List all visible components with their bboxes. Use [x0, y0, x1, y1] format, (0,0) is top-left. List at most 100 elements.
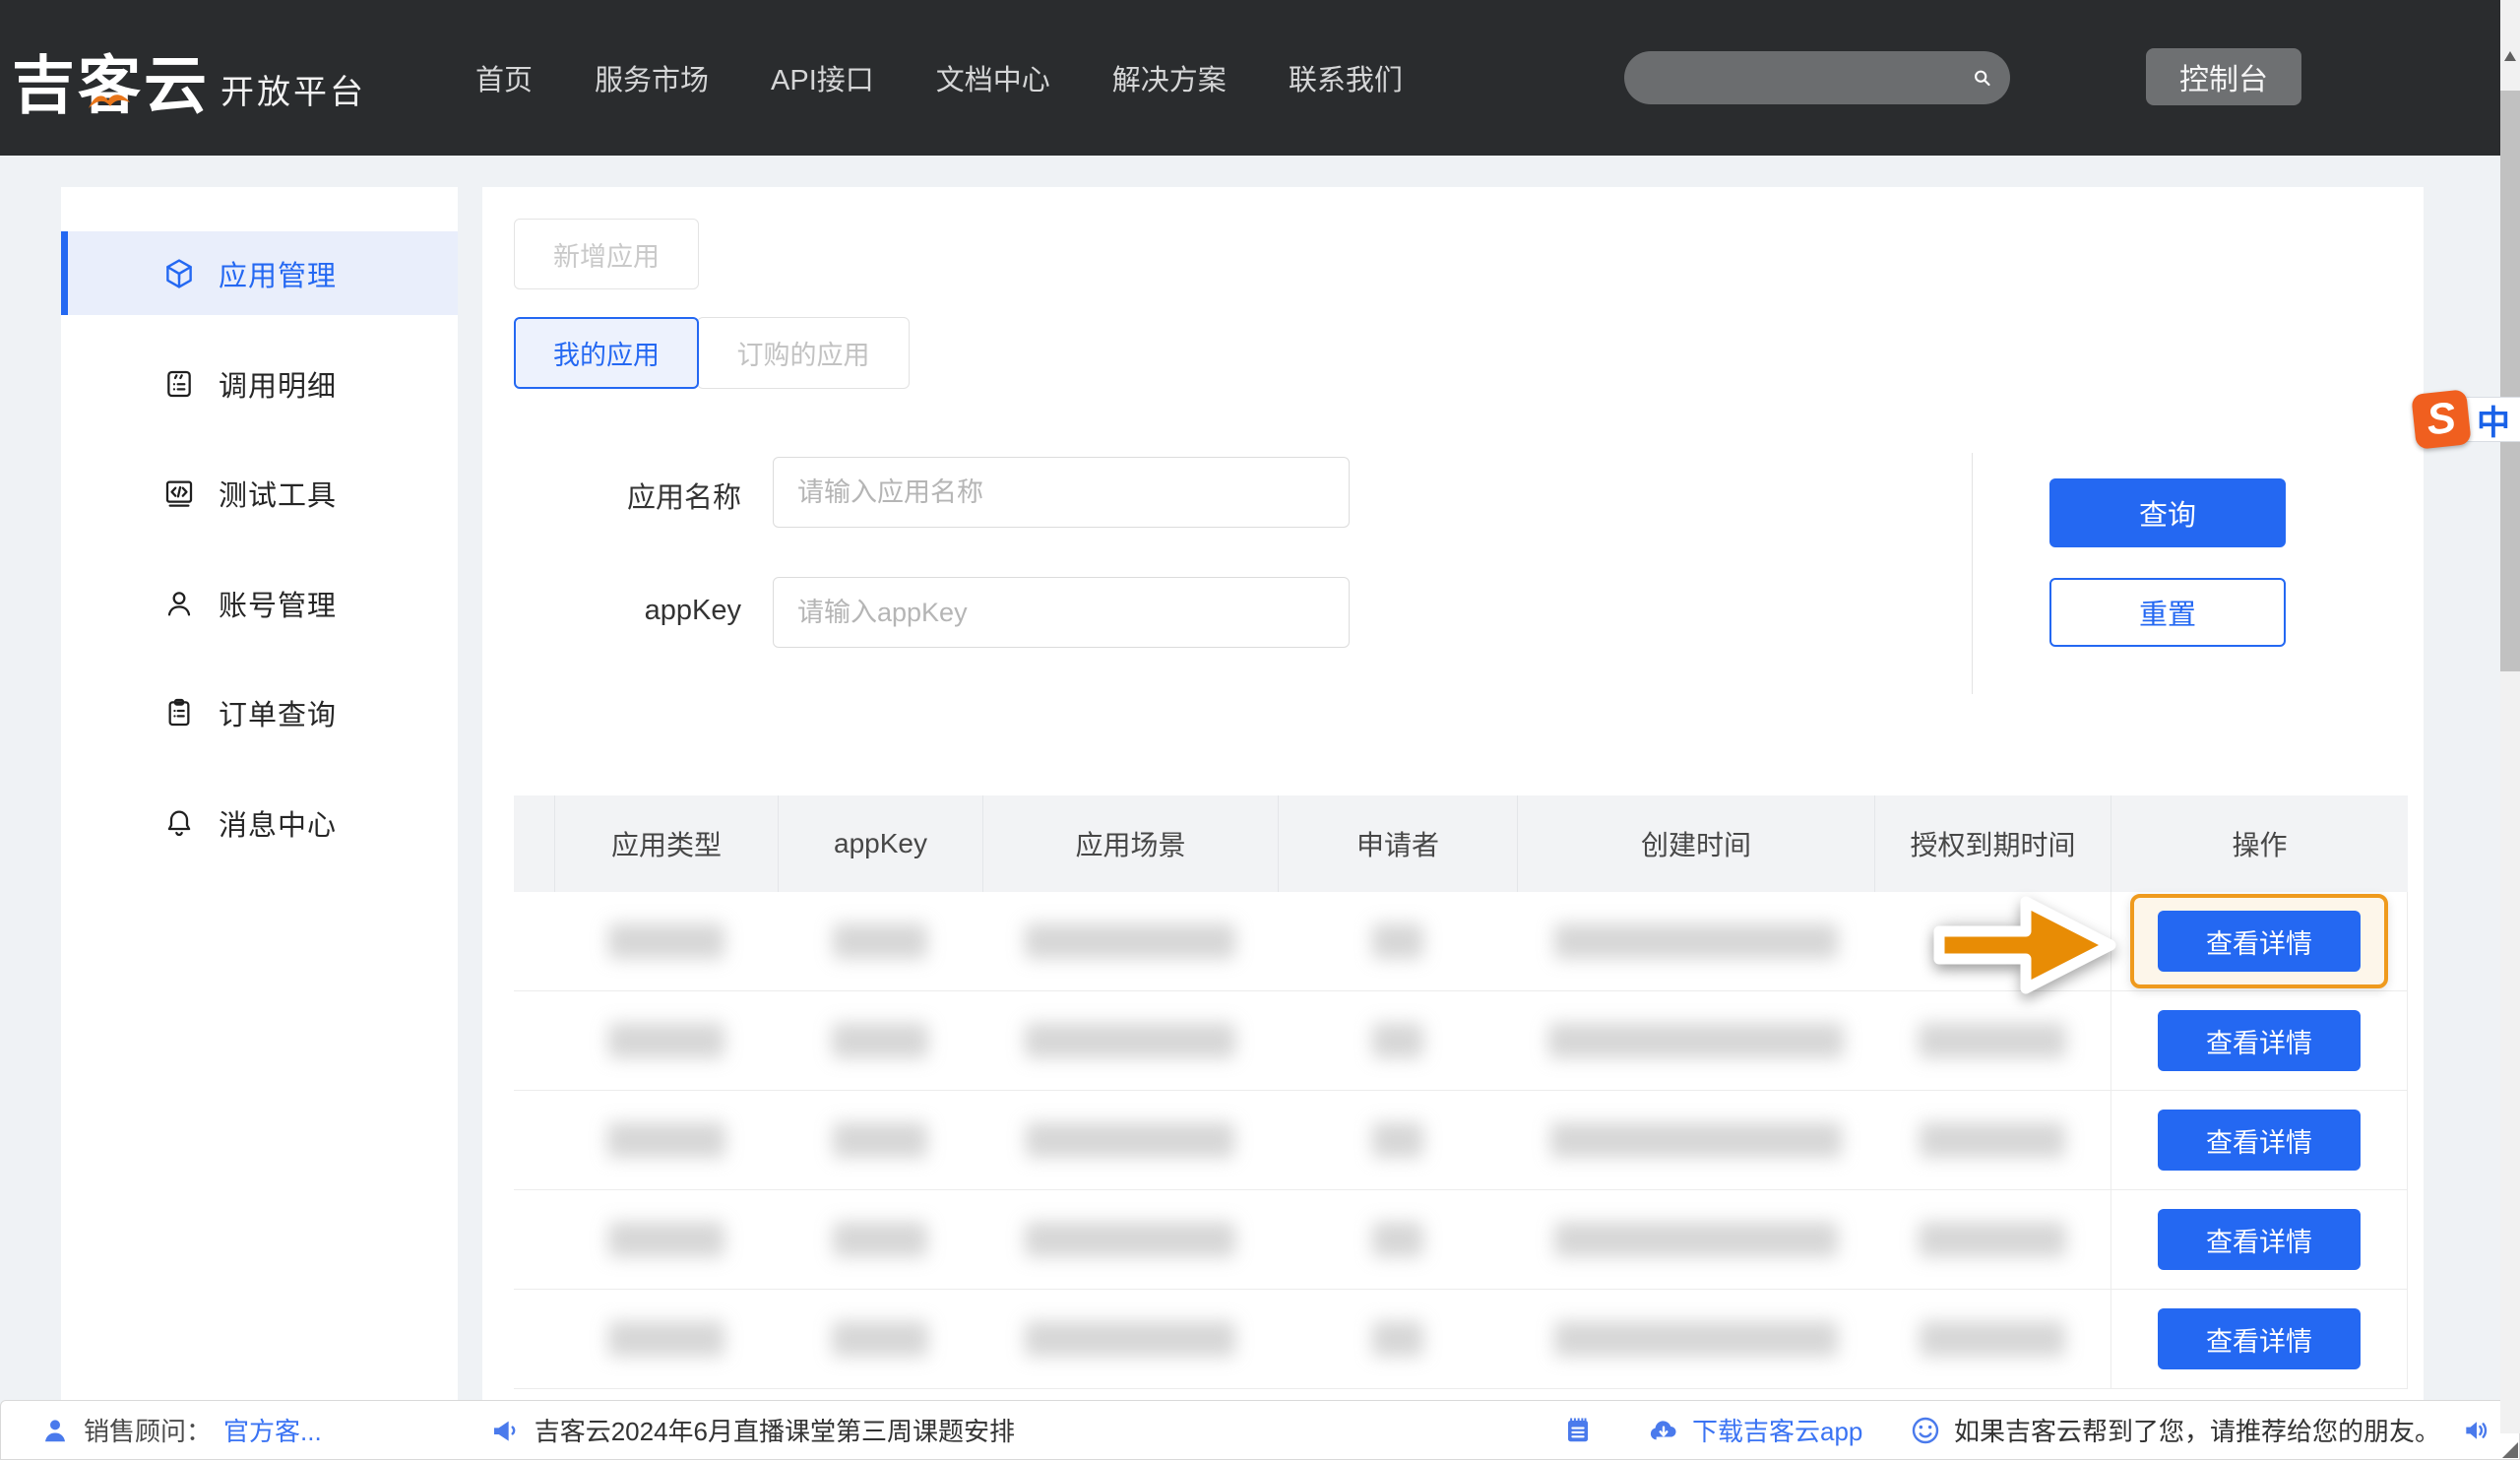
announcement[interactable]: 吉客云2024年6月直播课堂第三周课题安排	[489, 1412, 1015, 1448]
row-spacer-cell	[514, 1290, 554, 1388]
sidebar-item-call-details[interactable]: 调用明细	[61, 342, 458, 425]
redacted-value	[832, 1321, 928, 1357]
nav-api[interactable]: API接口	[771, 57, 874, 98]
row-spacer-cell	[514, 1091, 554, 1189]
download-app[interactable]: 下载吉客云app	[1647, 1412, 1862, 1448]
logo: 吉客云	[12, 35, 210, 126]
action-cell: 查看详情	[2110, 892, 2408, 990]
redacted-value	[1919, 1222, 2066, 1257]
redacted-value	[1554, 1222, 1838, 1257]
view-details-button[interactable]: 查看详情	[2158, 1209, 2361, 1270]
column-header: 申请者	[1278, 795, 1517, 892]
redacted-value	[607, 1122, 725, 1158]
filter-divider	[1972, 453, 1973, 694]
resize-corner-handle[interactable]	[2502, 1442, 2518, 1458]
redacted-value	[1548, 1023, 1844, 1058]
search-icon[interactable]	[1972, 63, 1992, 93]
sidebar-item-label: 应用管理	[219, 253, 337, 294]
appkey-label: appKey	[515, 595, 741, 627]
nav-home[interactable]: 首页	[475, 57, 533, 98]
tab-bar: 我的应用 订购的应用	[514, 317, 910, 389]
sidebar-item-label: 账号管理	[219, 583, 337, 624]
table-cell	[554, 892, 778, 990]
table-cell	[1517, 991, 1874, 1090]
top-navigation: 首页 服务市场 API接口 文档中心 解决方案 联系我们	[475, 0, 1403, 156]
redacted-value	[1025, 1222, 1235, 1257]
official-support-link[interactable]: 官方客...	[223, 1412, 322, 1448]
view-details-button[interactable]: 查看详情	[2158, 911, 2361, 972]
tab-subscribed-apps[interactable]: 订购的应用	[697, 317, 910, 389]
speaker-icon	[2460, 1414, 2493, 1447]
nav-solutions[interactable]: 解决方案	[1112, 57, 1227, 98]
sidebar-item-label: 消息中心	[219, 802, 337, 844]
sidebar-item-label: 订单查询	[219, 692, 337, 733]
table-cell	[554, 1091, 778, 1189]
ime-indicator[interactable]: S 中	[2414, 392, 2520, 447]
download-link[interactable]: 下载吉客云app	[1692, 1412, 1862, 1448]
table-cell	[1874, 1190, 2110, 1289]
app-name-input[interactable]	[773, 457, 1350, 528]
bill-icon	[162, 367, 196, 401]
row-spacer-cell	[514, 892, 554, 990]
table-cell	[778, 991, 982, 1090]
table-row: 查看详情	[514, 1190, 2408, 1290]
table-cell	[982, 991, 1278, 1090]
console-button[interactable]: 控制台	[2146, 48, 2301, 105]
scroll-up-arrow-icon[interactable]	[2504, 51, 2516, 61]
table-cell	[982, 1091, 1278, 1189]
sidebar-item-label: 调用明细	[219, 363, 337, 405]
sidebar-item-message-center[interactable]: 消息中心	[61, 781, 458, 864]
ime-language-badge[interactable]: 中	[2463, 397, 2520, 442]
column-header: 应用类型	[554, 795, 778, 892]
nav-contact[interactable]: 联系我们	[1289, 57, 1403, 98]
view-details-button[interactable]: 查看详情	[2158, 1110, 2361, 1171]
action-cell: 查看详情	[2110, 1190, 2408, 1289]
query-button[interactable]: 查询	[2049, 478, 2286, 547]
sidebar-item-app-management[interactable]: 应用管理	[61, 231, 458, 315]
vertical-scrollbar[interactable]	[2500, 0, 2520, 1433]
redacted-value	[608, 1222, 724, 1257]
header-spacer-cell	[514, 795, 554, 892]
view-details-button[interactable]: 查看详情	[2158, 1010, 2361, 1071]
sidebar-item-order-query[interactable]: 订单查询	[61, 670, 458, 754]
footer-bar: 销售顾问： 官方客... 吉客云2024年6月直播课堂第三周课题安排 下载吉客云…	[0, 1400, 2520, 1460]
redacted-value	[1026, 1122, 1234, 1158]
smiley-icon	[1909, 1414, 1942, 1447]
notes-shortcut[interactable]	[1561, 1414, 1595, 1447]
table-cell	[1278, 892, 1517, 990]
reset-button[interactable]: 重置	[2049, 578, 2286, 647]
sidebar-item-account-management[interactable]: 账号管理	[61, 561, 458, 645]
redacted-value	[1920, 1321, 2065, 1357]
nav-service-market[interactable]: 服务市场	[595, 57, 709, 98]
tab-my-apps[interactable]: 我的应用	[514, 317, 699, 389]
top-header: 吉客云 开放平台 首页 服务市场 API接口 文档中心 解决方案 联系我们 控制…	[0, 0, 2520, 156]
sales-consultant: 销售顾问： 官方客...	[38, 1412, 322, 1448]
view-details-button[interactable]: 查看详情	[2158, 1308, 2361, 1369]
table-row: 查看详情	[514, 1091, 2408, 1190]
sogou-badge[interactable]: S	[2411, 389, 2472, 450]
nav-docs[interactable]: 文档中心	[936, 57, 1050, 98]
table-header-row: 应用类型appKey应用场景申请者创建时间授权到期时间操作	[514, 795, 2408, 892]
notepad-icon	[1561, 1414, 1595, 1447]
header-search-input[interactable]	[1642, 51, 1972, 104]
header-search-box[interactable]	[1624, 51, 2010, 104]
table-cell	[778, 892, 982, 990]
scrollbar-thumb[interactable]	[2500, 91, 2520, 671]
sidebar-item-test-tools[interactable]: 测试工具	[61, 451, 458, 535]
table-cell	[1517, 1290, 1874, 1388]
row-spacer-cell	[514, 1190, 554, 1289]
redacted-value	[1372, 923, 1423, 959]
announcement-text[interactable]: 吉客云2024年6月直播课堂第三周课题安排	[535, 1412, 1015, 1448]
code-monitor-icon	[162, 476, 196, 510]
table-cell	[554, 991, 778, 1090]
column-header: appKey	[778, 795, 982, 892]
appkey-input[interactable]	[773, 577, 1350, 648]
sales-label: 销售顾问：	[84, 1412, 212, 1448]
table-cell	[778, 1091, 982, 1189]
action-cell: 查看详情	[2110, 1091, 2408, 1189]
audio-toggle[interactable]	[2460, 1414, 2493, 1447]
table-cell	[554, 1290, 778, 1388]
redacted-value	[1025, 1023, 1235, 1058]
redacted-value	[1372, 1122, 1423, 1158]
add-app-button[interactable]: 新增应用	[514, 219, 699, 289]
